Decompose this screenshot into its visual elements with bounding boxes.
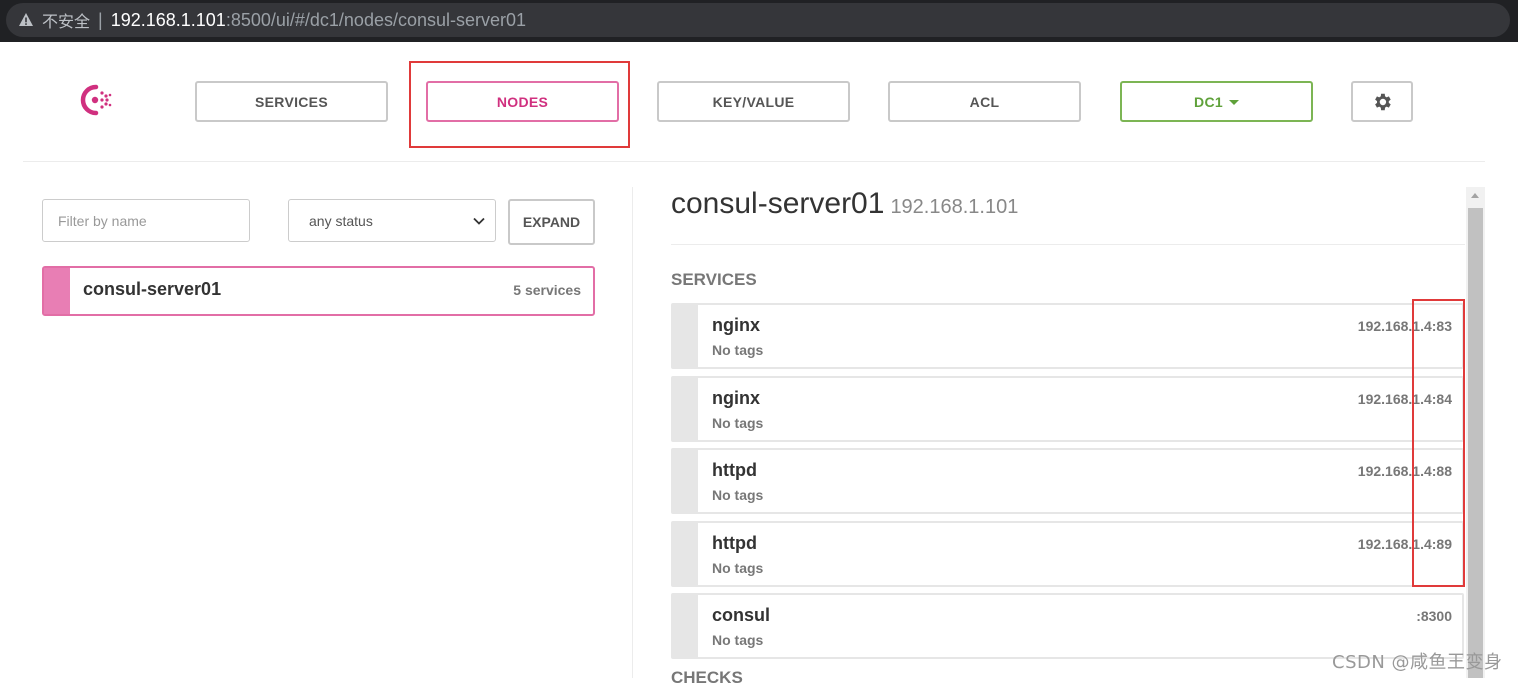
watermark: CSDN @咸鱼王变身 <box>1332 652 1503 673</box>
status-filter-value: any status <box>309 212 373 229</box>
checks-heading: CHECKS <box>671 668 743 687</box>
service-tags: No tags <box>712 632 764 648</box>
header-divider <box>23 161 1485 162</box>
url-field[interactable]: 不安全 | 192.168.1.101 :8500/ui/#/dc1/nodes… <box>6 3 1510 37</box>
service-row[interactable]: nginx No tags 192.168.1.4:83 <box>671 303 1464 369</box>
url-host: 192.168.1.101 <box>110 9 226 30</box>
node-status-stripe <box>44 268 70 314</box>
consul-logo[interactable] <box>80 84 116 116</box>
scrollbar-thumb[interactable] <box>1468 208 1483 678</box>
service-stripe <box>673 595 698 657</box>
detail-divider <box>671 244 1465 245</box>
nav-acl-button[interactable]: ACL <box>888 81 1081 122</box>
browser-address-bar: 不安全 | 192.168.1.101 :8500/ui/#/dc1/nodes… <box>0 0 1518 42</box>
nav-acl-label: ACL <box>969 93 1000 110</box>
nav-keyvalue-button[interactable]: KEY/VALUE <box>657 81 850 122</box>
service-name: nginx <box>712 387 760 408</box>
service-row[interactable]: httpd No tags 192.168.1.4:89 <box>671 520 1464 587</box>
node-list-item[interactable]: consul-server01 5 services <box>42 266 595 316</box>
chevron-down-icon <box>473 217 485 225</box>
service-address: :8300 <box>1416 608 1452 624</box>
nav-keyvalue-label: KEY/VALUE <box>712 93 795 110</box>
service-stripe <box>673 377 698 440</box>
service-row[interactable]: httpd No tags 192.168.1.4:88 <box>671 448 1464 514</box>
expand-label: EXPAND <box>522 214 581 230</box>
scroll-up-arrow-icon[interactable] <box>1471 193 1479 198</box>
settings-button[interactable] <box>1351 81 1413 122</box>
nav-services-button[interactable]: SERVICES <box>195 81 388 122</box>
node-services-count: 5 services <box>513 282 581 298</box>
service-stripe <box>673 522 698 585</box>
service-row[interactable]: nginx No tags 192.168.1.4:84 <box>671 375 1464 442</box>
service-name: nginx <box>712 315 760 335</box>
service-name: httpd <box>712 532 757 553</box>
url-separator: | <box>98 9 103 30</box>
highlight-box-nodes <box>409 61 630 148</box>
detail-node-ip: 192.168.1.101 <box>890 196 1019 218</box>
service-name: consul <box>712 605 771 625</box>
services-heading: SERVICES <box>671 270 757 289</box>
service-stripe <box>673 305 698 367</box>
datacenter-label: DC1 <box>1194 93 1223 110</box>
expand-button[interactable]: EXPAND <box>508 199 595 245</box>
status-filter-select[interactable]: any status <box>288 199 496 242</box>
gear-icon <box>1375 93 1391 110</box>
service-stripe <box>673 450 698 512</box>
column-divider <box>632 187 633 678</box>
service-tags: No tags <box>712 342 764 358</box>
node-detail-title: consul-server01 192.168.1.101 <box>671 187 1018 221</box>
service-tags: No tags <box>712 414 764 431</box>
detail-scrollbar[interactable] <box>1466 187 1485 678</box>
nav-services-label: SERVICES <box>255 93 328 110</box>
service-name: httpd <box>712 460 757 480</box>
service-tags: No tags <box>712 559 764 576</box>
url-path: :8500/ui/#/dc1/nodes/consul-server01 <box>225 9 527 30</box>
security-label: 不安全 <box>42 12 91 31</box>
node-name: consul-server01 <box>83 279 222 299</box>
highlight-box-ports <box>1412 299 1465 587</box>
warning-icon[interactable] <box>18 12 34 28</box>
filter-by-name-input[interactable] <box>42 199 250 242</box>
service-tags: No tags <box>712 487 764 503</box>
caret-down-icon <box>1228 100 1239 105</box>
detail-node-name: consul-server01 <box>671 187 885 220</box>
datacenter-dropdown[interactable]: DC1 <box>1120 81 1313 122</box>
service-list: nginx No tags 192.168.1.4:83 nginx No ta… <box>671 303 1464 666</box>
